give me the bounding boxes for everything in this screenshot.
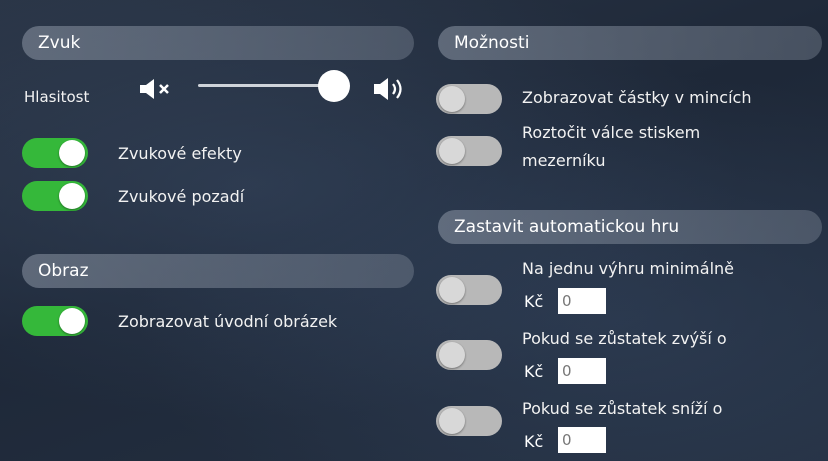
background-sound-label: Zvukové pozadí <box>118 187 245 206</box>
image-section-header: Obraz <box>22 254 414 288</box>
show-amounts-in-coins-toggle[interactable] <box>436 84 502 114</box>
spin-with-spacebar-label-line2: mezerníku <box>522 151 606 170</box>
spin-with-spacebar-toggle[interactable] <box>436 136 502 166</box>
volume-slider-handle[interactable] <box>318 70 350 102</box>
sound-effects-toggle[interactable] <box>22 138 88 168</box>
single-win-amount-input[interactable] <box>558 288 606 314</box>
balance-decrease-amount-input[interactable] <box>558 427 606 453</box>
show-intro-image-label: Zobrazovat úvodní obrázek <box>118 312 338 331</box>
toggle-knob <box>59 183 85 209</box>
toggle-knob <box>439 138 465 164</box>
toggle-knob <box>439 277 465 303</box>
volume-label: Hlasitost <box>24 88 90 106</box>
currency-label: Kč <box>524 292 544 311</box>
currency-label: Kč <box>524 362 544 381</box>
spin-with-spacebar-label: Roztočit válce stiskem mezerníku <box>522 122 700 172</box>
background-sound-toggle[interactable] <box>22 181 88 211</box>
sound-section-header: Zvuk <box>22 26 414 60</box>
settings-panel: Zvuk Hlasitost Zvukové efekty Zvukové po… <box>0 0 828 461</box>
toggle-knob <box>439 86 465 112</box>
currency-label: Kč <box>524 432 544 451</box>
sound-effects-label: Zvukové efekty <box>118 144 242 163</box>
toggle-knob <box>59 308 85 334</box>
speaker-volume-icon[interactable] <box>372 75 412 103</box>
stop-on-single-win-label: Na jednu výhru minimálně <box>522 259 734 278</box>
stop-on-balance-increase-label: Pokud se zůstatek zvýší o <box>522 329 727 348</box>
spin-with-spacebar-label-line1: Roztočit válce stiskem <box>522 123 701 142</box>
show-amounts-in-coins-label: Zobrazovat částky v mincích <box>522 88 752 107</box>
volume-slider-track[interactable] <box>198 84 338 87</box>
balance-increase-amount-input[interactable] <box>558 358 606 384</box>
toggle-knob <box>439 408 465 434</box>
stop-on-balance-decrease-toggle[interactable] <box>436 406 502 436</box>
options-section-header: Možnosti <box>438 26 822 60</box>
stop-autoplay-section-header: Zastavit automatickou hru <box>438 210 822 244</box>
toggle-knob <box>439 342 465 368</box>
show-intro-image-toggle[interactable] <box>22 306 88 336</box>
speaker-mute-icon[interactable] <box>138 77 178 101</box>
stop-on-balance-decrease-label: Pokud se zůstatek sníží o <box>522 399 723 418</box>
stop-on-balance-increase-toggle[interactable] <box>436 340 502 370</box>
stop-on-single-win-toggle[interactable] <box>436 275 502 305</box>
toggle-knob <box>59 140 85 166</box>
